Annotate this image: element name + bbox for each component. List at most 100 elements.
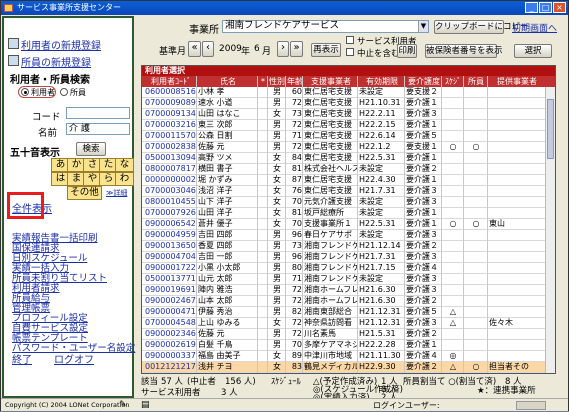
column-header[interactable]: 所員 — [465, 76, 487, 87]
name-input[interactable]: 介 護 — [66, 123, 130, 135]
table-row[interactable]: 0900000337 福島 由美子 女 89 中津川市地域 H21.11.30 要介護４ ◎ — [142, 351, 555, 362]
table-row[interactable]: 0700003046 浅沼 洋子 女 76 東仁居宅支援 H21.7.31 要介護３ — [142, 186, 555, 197]
table-cell: 男 — [273, 230, 281, 239]
table-row[interactable]: 0600008516 小林 孝 男 60 東仁居宅支援 未設定 要支援２ — [142, 87, 555, 98]
office-select[interactable]: 湘南フレンドケアサービス — [222, 20, 429, 33]
column-header[interactable]: 利用者ｺｰﾄﾞ — [145, 76, 197, 87]
search-title: 利用者・所員検索 — [10, 75, 90, 86]
column-header[interactable]: 要介護度 — [406, 76, 442, 87]
table-row[interactable]: 0700011570 公森 日割 男 71 東仁居宅支援 H22.6.14 要介護５ — [142, 131, 555, 142]
kana-wa-button[interactable]: わ — [115, 172, 134, 186]
kana-other-button[interactable]: その他 — [67, 186, 102, 200]
table-cell: 男 — [273, 252, 281, 261]
table-cell: 女 — [273, 175, 281, 184]
clipboard-button[interactable]: クリップボードにコピー — [434, 20, 529, 34]
column-header[interactable]: 支援事業者 — [304, 76, 358, 87]
table-row[interactable]: 0500013771 山元 太郎 男 71 湘南フレンドケ 未設定 要介護３ — [142, 274, 555, 285]
table-row[interactable]: 0900002619 白髪 千鳥 男 70 多摩ケアマネジ H22.2.28 要介護１ — [142, 340, 555, 351]
table-cell: 吉田 一郎 — [198, 252, 233, 261]
table-cell: 0700003216 — [145, 120, 196, 129]
column-header[interactable]: * — [259, 76, 267, 87]
column-header[interactable]: 性別 — [269, 76, 285, 87]
base-month-label: 基準月 — [159, 47, 187, 57]
table-cell: H22.2.11 — [359, 109, 396, 118]
column-header[interactable]: 氏名 — [198, 76, 258, 87]
table-cell: 白髪 千鳥 — [198, 340, 233, 349]
table-cell: 要介護１ — [406, 208, 438, 217]
table-row[interactable]: 0900004704 吉田 一郎 男 96 湘南フレンドケ H21.7.31 要介護３ — [142, 252, 555, 263]
table-row[interactable]: 0900002467 山本 太郎 男 72 湘南ホームフレ H21.6.30 要介護２ — [142, 296, 555, 307]
close-button[interactable]: × — [553, 2, 566, 13]
table-row[interactable]: 0900001722 小黒 小太郎 男 80 湘南フレンドケ H21.7.15 要介護４ — [142, 263, 555, 274]
table-cell: 未設定 — [359, 87, 383, 96]
table-row[interactable]: 0900002346 佐藤 元 男 72 川名素馬 H21.5.31 要介護２ — [142, 329, 555, 340]
kana-na-button[interactable]: な — [115, 158, 134, 172]
initial-screen-link[interactable]: 初期画面へ — [512, 21, 557, 34]
service-user-checkbox[interactable] — [346, 36, 354, 44]
table-cell: 72 — [291, 120, 302, 129]
table-row[interactable]: 0700004548 上山 ゆみる 女 72 神奈県訪問看 H21.12.31 要介護３ △ 佐… — [142, 318, 555, 329]
table-cell: H21.10.31 — [359, 98, 401, 107]
table-row[interactable]: 0900000471 伊藤 秀治 男 82 湘南東部総合 H21.12.31 要介護５ △ — [142, 307, 555, 318]
insured-number-button[interactable]: 被保険者番号を表示 — [425, 44, 503, 58]
table-row[interactable]: 0900006542 蒼井 優子 女 70 支援事業所１ H22.5.31 要介護１ ○ ○ 東山 — [142, 219, 555, 230]
gojuon-label: 五十音表示 — [10, 148, 60, 159]
table-cell: 男 — [273, 98, 281, 107]
print-button[interactable]: 印刷 — [397, 44, 417, 58]
end-link[interactable]: 終了 — [12, 351, 32, 366]
table-cell: 東仁居宅支援 — [304, 142, 352, 151]
prev-year-button[interactable]: « — [188, 41, 201, 57]
register-user-link[interactable]: 利用者の新規登録 — [21, 37, 101, 52]
table-row[interactable]: 0000000002 堀 かずみ 女 87 東仁居宅支援 H22.4.30 要介護１ — [142, 175, 555, 186]
table-cell: 60 — [291, 87, 302, 96]
table-row[interactable]: 0700009089 速水 小道 男 72 東仁居宅支援 H21.10.31 要介護１ — [142, 98, 555, 109]
table-row[interactable]: 0800010455 山下 洋子 女 70 元気介護支援 未設定 要介護３ — [142, 197, 555, 208]
detail-link[interactable]: ≫詳細 — [106, 188, 127, 198]
table-cell: 山田 はなこ — [198, 109, 241, 118]
logout-link[interactable]: ログオフ — [54, 351, 94, 366]
table-cell: 要介護１ — [406, 153, 438, 162]
prev-month-button[interactable]: ‹ — [202, 41, 214, 57]
redisplay-button[interactable]: 再表示 — [311, 43, 341, 57]
table-header: 利用者ｺｰﾄﾞ 氏名 * 性別 年齢 支援事業者 有効期限 要介護度 ｽｹｼﾞ 所員 提供事業者 — [142, 76, 555, 87]
table-row[interactable]: 0700003216 東三 次郎 男 72 東仁居宅支援 H22.2.15 要介護１ — [142, 120, 555, 131]
table-cell: 84 — [291, 153, 302, 162]
table-cell: 0900013650 — [145, 241, 196, 250]
table-cell: 96 — [291, 230, 302, 239]
table-row[interactable]: 0500013094 高野 ツメ 女 84 東仁居宅支援 H22.5.31 要介護１ — [142, 153, 555, 164]
select-button[interactable]: 選択 — [514, 44, 552, 58]
column-header[interactable]: ｽｹｼﾞ — [443, 76, 463, 87]
table-row[interactable]: 0900019691 陣内 雅浩 男 72 湘南ホームフレ H21.6.30 要介護３ — [142, 285, 555, 296]
table-cell: 小黒 小太郎 — [198, 263, 241, 272]
radio-staff[interactable] — [60, 88, 68, 96]
column-header[interactable]: 提供事業者 — [489, 76, 545, 87]
vertical-scrollbar[interactable] — [545, 87, 555, 373]
chevron-down-icon[interactable]: ▼ — [418, 21, 428, 32]
table-cell: 要介護３ — [406, 186, 438, 195]
column-divider — [404, 76, 405, 373]
scrollbar-thumb[interactable] — [547, 99, 554, 159]
radio-user[interactable] — [21, 88, 29, 96]
table-row[interactable]: 0900013650 香夏 四郎 男 73 湘南フレンドケ H21.12.14 要介護２ — [142, 241, 555, 252]
register-staff-link[interactable]: 所員の新規登録 — [21, 54, 91, 69]
table-row[interactable]: 0012121217 浅井 チヨ 女 83 鶴見メディカル H22.9.30 要介護２ △ ○ 担… — [142, 362, 555, 373]
next-year-button[interactable]: » — [290, 41, 303, 57]
table-cell: 要介護２ — [406, 241, 438, 250]
table-row[interactable]: 0800007817 横田 書子 女 81 株式会社ヘルス 未設定 要介護２ — [142, 164, 555, 175]
table-cell: 要介護２ — [406, 373, 442, 374]
table-row[interactable]: 0700002838 佐藤 元 男 72 東仁居宅支援 H22.1.2 要支援１ ○ ○ — [142, 142, 555, 153]
column-header[interactable]: 有効期限 — [359, 76, 405, 87]
minimize-button[interactable]: _ — [525, 2, 538, 13]
table-cell: 未設定 — [359, 164, 383, 173]
radio-user-label: 利用者 — [31, 88, 55, 97]
maximize-button[interactable]: □ — [539, 2, 552, 13]
search-button[interactable]: 検索 — [76, 142, 106, 156]
table-row[interactable]: 0700009134 山田 はなこ 女 73 東仁居宅支援 H22.2.11 要介護３ — [142, 109, 555, 120]
table-row[interactable]: 0900004959 吉田 四郎 男 96 春日ケアサポ 未設定 要介護３ — [142, 230, 555, 241]
code-input[interactable] — [66, 107, 130, 119]
next-month-button[interactable]: › — [277, 41, 289, 57]
table-row[interactable]: 0700007926 山田 洋子 女 81 坂戸総療所 未設定 要介護１ — [142, 208, 555, 219]
include-suspended-checkbox[interactable] — [346, 48, 354, 56]
table-row[interactable]: 0900005492訪問 通所 男75鶴見総合病院H22.5.31要介護２○ — [142, 373, 555, 374]
column-header[interactable]: 年齢 — [287, 76, 303, 87]
